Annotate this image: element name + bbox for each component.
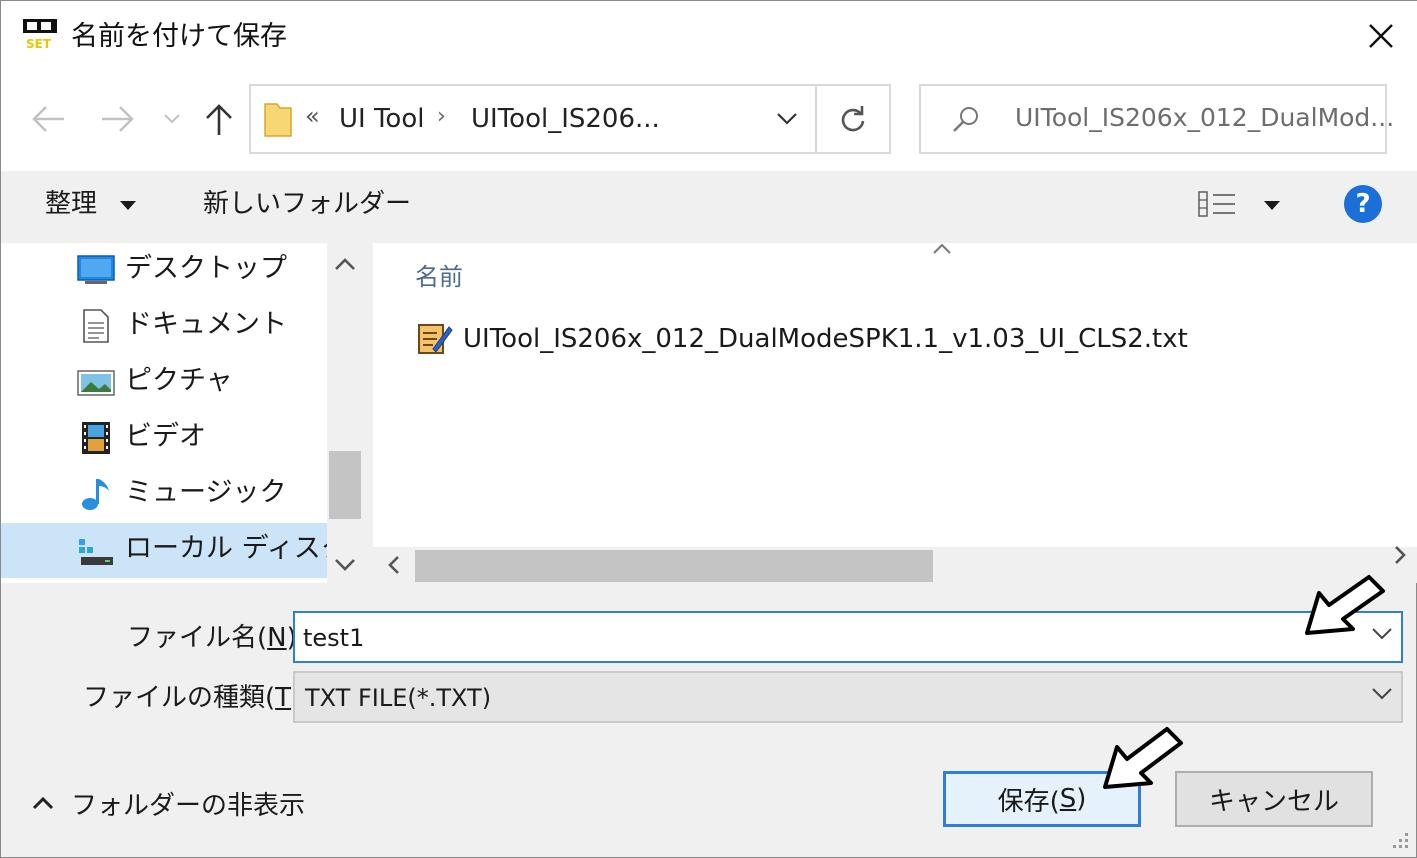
new-folder-button[interactable]: 新しいフォルダー (203, 187, 411, 221)
scroll-left-icon (388, 556, 399, 574)
hide-folders-toggle[interactable]: フォルダーの非表示 (31, 787, 305, 827)
resize-grip-icon (1393, 833, 1408, 848)
filename-label-text: ファイル名( (127, 623, 268, 653)
dropdown-caret-icon (120, 200, 137, 210)
refresh-button[interactable] (817, 86, 889, 152)
nav-item-videos[interactable]: ビデオ (1, 411, 327, 466)
nav-item-music[interactable]: ミュージック (1, 467, 327, 522)
refresh-icon (841, 106, 865, 132)
nav-label: デスクトップ (125, 253, 287, 284)
dropdown-caret-icon (1264, 201, 1281, 210)
breadcrumb-separator[interactable]: › (437, 104, 446, 129)
organize-button[interactable]: 整理 (45, 187, 137, 221)
save-label: 保存( (997, 786, 1060, 817)
up-arrow-icon (206, 104, 232, 135)
address-row: « UI Tool › UITool_IS206... UITool_IS206… (1, 71, 1417, 171)
address-dropdown-button[interactable] (759, 86, 815, 152)
close-icon (1369, 24, 1393, 48)
filename-field[interactable] (303, 619, 1343, 657)
scroll-down-icon (335, 559, 355, 571)
forward-arrow-icon (102, 106, 134, 132)
nav-item-pictures[interactable]: ピクチャ (1, 355, 327, 410)
folder-icon (263, 100, 293, 142)
nav-item-desktop[interactable]: デスクトップ (1, 243, 327, 298)
sort-ascending-icon (931, 241, 953, 260)
save-button[interactable]: 保存(S) (943, 771, 1141, 827)
filetype-select[interactable]: TXT FILE(*.TXT) (293, 671, 1403, 723)
organize-label: 整理 (45, 189, 98, 219)
search-icon (951, 104, 981, 138)
save-label-suffix: ) (1076, 784, 1087, 814)
recent-locations-button[interactable] (159, 99, 185, 139)
cancel-button[interactable]: キャンセル (1175, 771, 1373, 827)
back-arrow-icon (32, 106, 64, 132)
filename-accesskey: N (267, 623, 287, 653)
chevron-down-icon (777, 113, 797, 125)
desktop-icon (77, 253, 115, 287)
forward-button[interactable] (97, 99, 139, 139)
filetype-label-text: ファイルの種類( (83, 683, 276, 713)
breadcrumb-current-folder[interactable]: UITool_IS206... (471, 103, 660, 135)
text-file-icon (417, 321, 453, 359)
details-view-icon (1198, 191, 1235, 217)
nav-label: ピクチャ (125, 365, 233, 396)
file-list-hscrollbar[interactable] (373, 546, 1417, 583)
filetype-label: ファイルの種類(T): (83, 681, 310, 715)
nav-label: ドキュメント (125, 309, 287, 340)
app-icon: SET (23, 19, 57, 51)
filename-label: ファイル名(N): (127, 621, 306, 655)
scroll-right-icon (1395, 546, 1406, 564)
save-as-dialog: SET 名前を付けて保存 « UI Tool › UITool_IS206...… (0, 0, 1417, 858)
nav-label: ビデオ (125, 421, 206, 452)
help-button[interactable]: ? (1344, 185, 1382, 223)
svg-text:SET: SET (26, 37, 52, 51)
command-toolbar: 整理 新しいフォルダー ? (1, 171, 1417, 243)
chevron-down-icon[interactable] (1371, 627, 1393, 641)
nav-label: ミュージック (125, 477, 287, 508)
file-name: UITool_IS206x_012_DualModeSPK1.1_v1.03_U… (463, 324, 1188, 354)
search-box[interactable]: UITool_IS206x_012_DualMod... (919, 84, 1394, 154)
nav-pane-scrollbar[interactable] (327, 243, 363, 583)
title-bar: SET 名前を付けて保存 (1, 1, 1417, 71)
scroll-up-icon (335, 258, 355, 270)
breadcrumb-ui-tool[interactable]: UI Tool (339, 103, 424, 135)
back-button[interactable] (27, 99, 69, 139)
dialog-title: 名前を付けて保存 (71, 21, 287, 52)
search-input[interactable]: UITool_IS206x_012_DualMod... (1015, 103, 1394, 132)
column-header-name[interactable]: 名前 (415, 257, 463, 292)
overflow-chevron[interactable]: « (305, 102, 320, 130)
hscroll-thumb[interactable] (415, 550, 933, 582)
picture-icon (77, 365, 115, 399)
music-icon (77, 477, 115, 511)
file-list-pane: 名前 UITool_IS206x_012_DualModeSPK1.1_v1.0… (373, 243, 1417, 583)
filename-combobox[interactable] (293, 611, 1403, 663)
chevron-down-icon (1372, 688, 1392, 700)
document-icon (77, 309, 115, 343)
hide-folders-label: フォルダーの非表示 (71, 791, 306, 821)
navigation-pane: デスクトップ ドキュメント ピクチャ ビデオ ミュージック ローカル ディスク … (1, 243, 363, 583)
local-disk-icon (77, 533, 115, 567)
filetype-value: TXT FILE(*.TXT) (305, 684, 492, 712)
chevron-down-icon (164, 114, 180, 124)
save-accesskey: S (1059, 784, 1077, 814)
up-button[interactable] (199, 99, 239, 139)
view-options-button[interactable] (1197, 189, 1281, 228)
file-row[interactable]: UITool_IS206x_012_DualModeSPK1.1_v1.03_U… (411, 321, 1211, 359)
address-bar[interactable]: « UI Tool › UITool_IS206... (249, 84, 891, 154)
resize-grip[interactable] (1387, 827, 1413, 857)
chevron-up-icon (32, 796, 54, 810)
nav-scroll-thumb[interactable] (329, 451, 361, 519)
close-button[interactable] (1351, 11, 1411, 61)
filetype-accesskey: T (275, 683, 292, 713)
video-icon (77, 421, 115, 455)
nav-item-documents[interactable]: ドキュメント (1, 299, 327, 354)
nav-item-local-disk[interactable]: ローカル ディスク (C (1, 523, 363, 578)
